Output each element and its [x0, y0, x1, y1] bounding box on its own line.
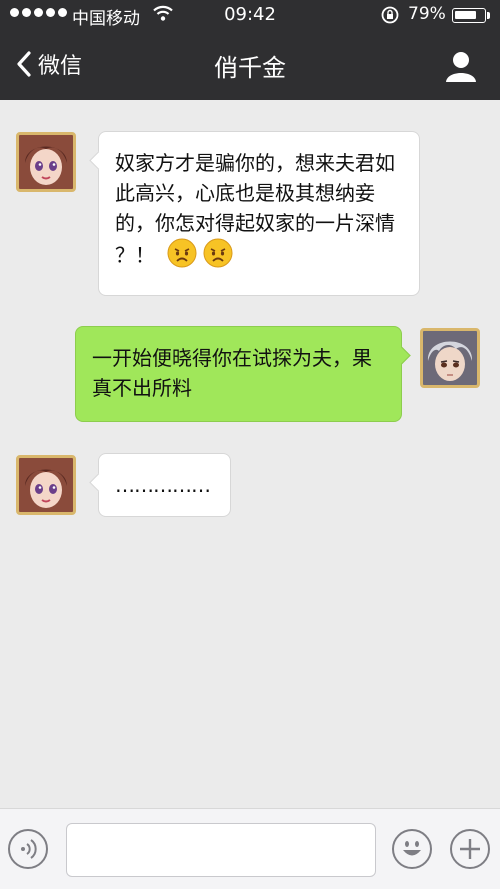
crying-face-emoji — [203, 238, 233, 268]
emoji-button[interactable] — [392, 829, 432, 869]
rotation-lock-icon — [381, 6, 399, 24]
voice-button[interactable] — [8, 829, 48, 869]
contact-avatar[interactable] — [16, 132, 76, 192]
user-avatar[interactable] — [420, 328, 480, 388]
message-text: …………… — [115, 473, 211, 497]
incoming-message[interactable]: 奴家方才是骗你的，想来夫君如此高兴，心底也是极其想纳妾的，你怎对得起奴家的一片深… — [89, 131, 420, 296]
crying-face-emoji — [167, 238, 197, 268]
plus-icon — [460, 839, 480, 859]
top-bar: 中国移动 09:42 79% 微信 俏千金 — [0, 0, 500, 100]
status-bar: 中国移动 09:42 79% — [0, 0, 500, 32]
battery-percentage: 79% — [408, 4, 446, 24]
contact-avatar[interactable] — [16, 455, 76, 515]
input-bar — [0, 808, 500, 889]
incoming-message[interactable]: …………… — [89, 453, 231, 517]
plus-button[interactable] — [450, 829, 490, 869]
message-text: 一开始便晓得你在试探为夫，果真不出所料 — [92, 346, 372, 400]
battery-icon — [452, 8, 486, 23]
message-input[interactable] — [66, 823, 376, 877]
voice-icon — [21, 839, 37, 859]
emoji-icon — [403, 841, 421, 856]
message-text: 奴家方才是骗你的，想来夫君如此高兴，心底也是极其想纳妾的，你怎对得起奴家的一片深… — [115, 151, 395, 267]
outgoing-message[interactable]: 一开始便晓得你在试探为夫，果真不出所料 — [75, 326, 411, 422]
contact-profile-icon[interactable] — [444, 49, 478, 83]
chat-title: 俏千金 — [214, 54, 286, 82]
